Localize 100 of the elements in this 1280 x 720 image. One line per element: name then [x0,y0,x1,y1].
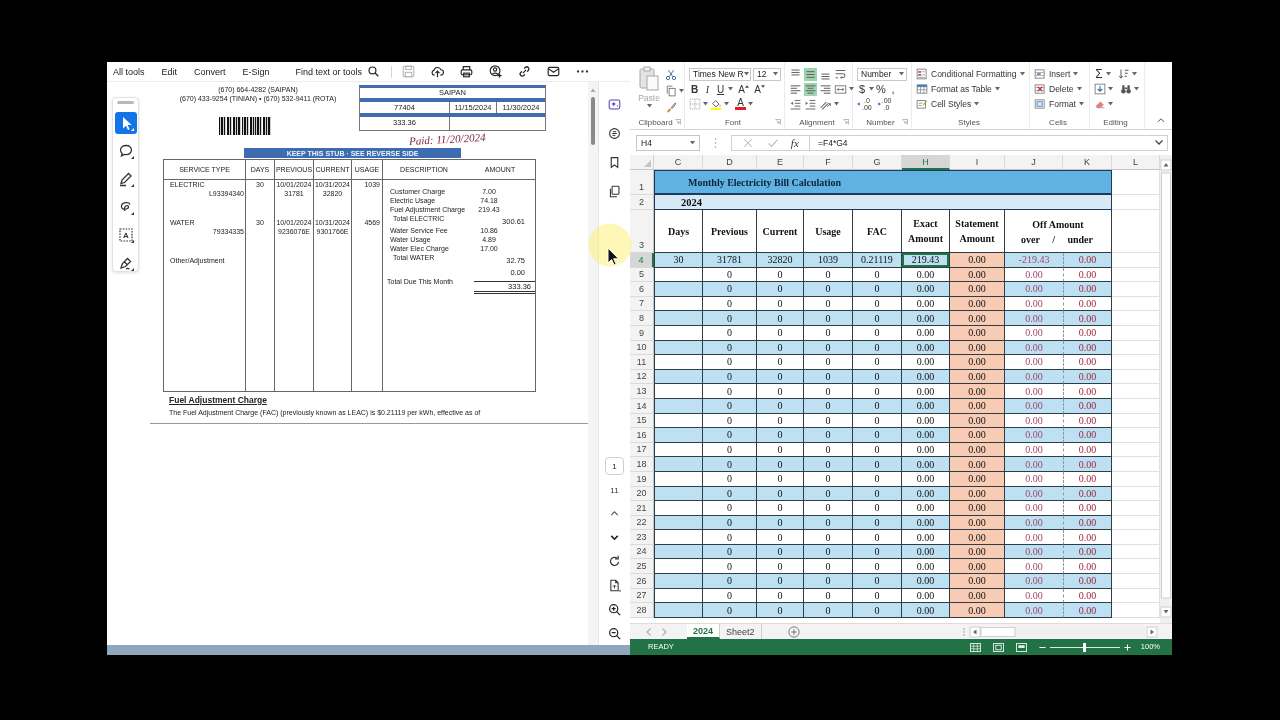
caret-icon[interactable] [899,72,904,76]
scissors-icon[interactable] [665,69,677,81]
normal-view-icon[interactable] [969,642,981,652]
row-header[interactable]: 25 [630,559,654,575]
caret-icon[interactable] [1106,72,1111,76]
font-name-field[interactable]: Times New R [689,67,751,81]
paintbrush-icon[interactable] [665,101,677,113]
menu-item[interactable]: All tools [113,66,145,77]
caret-icon[interactable] [974,102,980,106]
row-header[interactable]: 11 [630,355,654,370]
document-icon[interactable] [608,579,621,592]
zoom-in-icon[interactable] [608,603,621,616]
caret-icon[interactable] [743,72,749,76]
menu-item[interactable]: Edit [161,66,178,77]
caret-icon[interactable] [1108,102,1113,106]
page-break-icon[interactable] [1015,642,1027,652]
expand-icon[interactable] [1155,140,1163,145]
currency-button[interactable]: $ [857,82,867,96]
format-as-table-button[interactable]: Format as Table [916,82,1029,96]
column-header[interactable]: D [703,155,757,170]
caret-icon[interactable] [994,87,1000,91]
autosum-button[interactable]: Σ [1094,67,1104,81]
column-header[interactable]: E [757,155,804,170]
row-header[interactable]: 28 [630,603,654,618]
refresh-icon[interactable] [608,555,621,568]
comma-button[interactable]: , [888,82,898,96]
vertical-scrollbar[interactable] [588,82,598,645]
mail-icon[interactable] [547,65,561,78]
insert-button[interactable]: Insert [1034,67,1089,81]
row-header[interactable]: 16 [630,428,654,443]
fill-bucket-icon[interactable] [710,98,722,110]
column-header[interactable]: H [902,155,950,170]
link-icon[interactable] [518,65,532,78]
column-header[interactable]: I [950,155,1005,170]
caret-icon[interactable] [834,102,839,106]
splitter-dots-icon[interactable] [714,136,717,149]
caret-icon[interactable] [849,87,854,91]
row-header[interactable]: 6 [630,282,654,297]
column-header[interactable]: G [853,155,902,170]
caret-icon[interactable] [679,89,684,93]
page-number-field[interactable]: 1 [605,457,624,475]
caret-icon[interactable] [869,87,874,91]
vertical-scrollbar[interactable] [1160,155,1172,623]
wrap-text-icon[interactable] [834,67,847,81]
menu-item[interactable]: Convert [194,66,226,77]
caret-icon[interactable] [1076,87,1082,91]
formula-field[interactable]: =F4*G4 [809,134,1168,151]
align-right-icon[interactable] [819,82,832,96]
bookmark-icon[interactable] [608,156,621,169]
row-header[interactable]: 2 [630,195,654,210]
fill-down-icon[interactable] [1094,83,1106,95]
page-layout-icon[interactable] [992,642,1004,652]
bold-button[interactable]: B [689,82,700,96]
row-header[interactable]: 18 [630,457,654,472]
align-middle-icon[interactable] [804,67,817,81]
align-center-icon[interactable] [804,82,817,96]
column-header[interactable]: J [1005,155,1063,170]
underline-button[interactable]: U [715,82,726,96]
column-header[interactable]: C [654,155,703,170]
column-header[interactable]: F [804,155,853,170]
pages-icon[interactable] [608,185,621,198]
search-button[interactable]: Find text or tools [295,66,380,77]
caret-icon[interactable] [728,87,733,91]
font-size-field[interactable]: 12 [753,67,781,81]
grow-font-button[interactable]: A [738,82,749,96]
number-format-field[interactable]: Number [857,67,907,81]
merge-cells-icon[interactable] [834,82,847,96]
cell-styles-button[interactable]: Cell Styles [916,97,1029,111]
align-left-icon[interactable] [789,82,802,96]
column-header[interactable]: K [1063,155,1112,170]
collapse-ribbon-icon[interactable] [1156,115,1166,125]
delete-button[interactable]: Delete [1034,82,1089,96]
drag-handle[interactable] [117,101,134,104]
row-header[interactable]: 3 [630,210,654,253]
insert-function-button[interactable]: fx [790,135,799,150]
copy-icon[interactable] [665,85,677,97]
add-sheet-icon[interactable] [787,625,800,638]
row-header[interactable]: 8 [630,311,654,326]
italic-button[interactable]: I [702,82,713,96]
conditional-formatting-button[interactable]: Conditional Formatting [916,67,1029,81]
comment-icon[interactable] [608,127,621,140]
shrink-font-button[interactable]: A [754,82,765,96]
caret-icon[interactable] [1078,102,1084,106]
caret-icon[interactable] [690,140,695,145]
caret-icon[interactable] [1019,72,1025,76]
row-header[interactable]: 4 [630,253,654,268]
caret-icon[interactable] [773,72,778,76]
cloud-upload-icon[interactable] [431,65,445,78]
menu-item[interactable]: E-Sign [242,66,270,77]
name-box[interactable]: H4 [636,134,700,151]
plus-icon[interactable] [1123,643,1131,651]
row-header[interactable]: 23 [630,530,654,545]
indent-increase-icon[interactable] [804,97,817,111]
font-color-button[interactable]: A [735,98,746,110]
sort-icon[interactable] [1118,68,1130,80]
caret-icon[interactable] [1134,87,1139,91]
binoculars-icon[interactable] [1120,83,1132,95]
row-header[interactable]: 13 [630,384,654,399]
horizontal-scrollbar[interactable] [962,625,1158,638]
sparkle-icon[interactable] [608,98,621,111]
